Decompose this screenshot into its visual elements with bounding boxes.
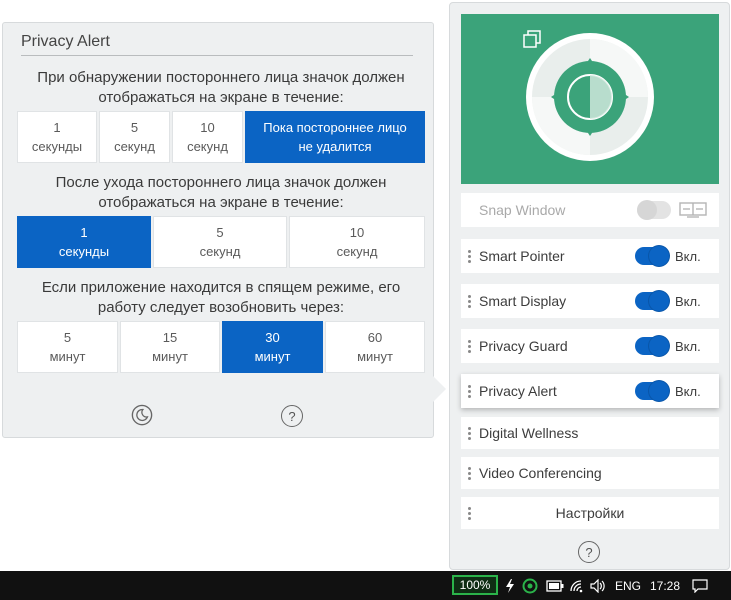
toggle-state: Вкл. xyxy=(675,293,701,309)
option-value: 60 xyxy=(367,330,383,345)
moon-icon[interactable] xyxy=(131,404,153,426)
question-after-leave-duration: После ухода постороннего лица значок дол… xyxy=(55,174,387,211)
option-value: 1 xyxy=(53,120,61,135)
snap-window-icon[interactable] xyxy=(523,30,541,48)
item-label: Smart Display xyxy=(479,293,567,309)
drag-handle-icon[interactable] xyxy=(468,294,472,308)
drag-handle-icon[interactable] xyxy=(468,506,472,520)
option-30-minutes[interactable]: 30 минут xyxy=(222,321,323,373)
snap-window-toggle[interactable] xyxy=(637,200,671,220)
smart-pointer-item[interactable]: Smart Pointer Вкл. xyxy=(461,239,719,273)
option-value: 5 xyxy=(63,330,72,345)
option-10-seconds[interactable]: 10 секунд xyxy=(289,216,425,268)
split-screen-icon xyxy=(679,202,707,218)
privacy-alert-item[interactable]: Privacy Alert Вкл. xyxy=(461,374,719,408)
flyout-title: Privacy Alert xyxy=(21,33,413,56)
option-unit: секунд xyxy=(336,244,378,259)
lens-icon xyxy=(526,33,654,161)
privacy-guard-toggle[interactable] xyxy=(635,336,669,356)
option-unit: секунды xyxy=(58,244,110,259)
resume-after-sleep-options: 5 минут 15 минут 30 минут 60 минут xyxy=(17,321,425,373)
privacy-alert-flyout: Privacy Alert При обнаружении посторонне… xyxy=(2,22,434,438)
option-unit: секунд xyxy=(187,139,228,154)
option-value: 1 xyxy=(80,225,88,240)
toggle-state: Вкл. xyxy=(675,338,701,354)
option-15-minutes[interactable]: 15 минут xyxy=(120,321,220,373)
notification-center-icon[interactable] xyxy=(692,571,708,600)
toggle-state: Вкл. xyxy=(675,248,701,264)
battery-icon[interactable] xyxy=(546,571,564,600)
option-value: 15 xyxy=(162,330,178,345)
smart-display-toggle[interactable] xyxy=(635,291,669,311)
option-value: 10 xyxy=(349,225,365,240)
drag-handle-icon[interactable] xyxy=(468,339,472,353)
option-unit: минут xyxy=(254,349,291,364)
drag-handle-icon[interactable] xyxy=(468,426,472,440)
privacy-alert-toggle[interactable] xyxy=(635,381,669,401)
clock[interactable]: 17:28 xyxy=(650,571,680,600)
item-label: Digital Wellness xyxy=(479,425,579,441)
privacy-guard-item[interactable]: Privacy Guard Вкл. xyxy=(461,329,719,363)
option-value: 5 xyxy=(216,225,224,240)
option-5-seconds[interactable]: 5 секунд xyxy=(99,111,170,163)
glide-tray-icon[interactable] xyxy=(522,571,538,600)
option-unit: секунд xyxy=(199,244,241,259)
option-10-seconds[interactable]: 10 секунд xyxy=(172,111,243,163)
camera-hero-graphic xyxy=(461,14,719,184)
snap-window-item[interactable]: Snap Window xyxy=(461,193,719,227)
toggle-state: Вкл. xyxy=(675,383,701,399)
option-until-face-leaves[interactable]: Пока постороннее лицо не удалится xyxy=(245,111,425,163)
option-5-seconds[interactable]: 5 секунд xyxy=(153,216,287,268)
drag-handle-icon[interactable] xyxy=(468,384,472,398)
help-icon[interactable]: ? xyxy=(281,405,303,427)
help-icon[interactable]: ? xyxy=(578,541,600,563)
option-unit: не удалится xyxy=(298,139,372,154)
after-leave-duration-options: 1 секунды 5 секунд 10 секунд xyxy=(17,216,425,268)
taskbar: 100% ENG 17:28 xyxy=(0,571,731,600)
item-label: Snap Window xyxy=(479,202,566,218)
volume-icon[interactable] xyxy=(590,571,608,600)
item-label: Video Conferencing xyxy=(479,465,602,481)
video-conferencing-item[interactable]: Video Conferencing xyxy=(461,457,719,489)
option-value: 5 xyxy=(130,120,139,135)
option-unit: минут xyxy=(152,349,188,364)
option-1-second[interactable]: 1 секунды xyxy=(17,216,151,268)
language-indicator[interactable]: ENG xyxy=(615,571,641,600)
battery-indicator[interactable]: 100% xyxy=(452,575,498,595)
option-unit: секунд xyxy=(114,139,155,154)
flyout-pointer xyxy=(432,375,446,403)
smart-pointer-toggle[interactable] xyxy=(635,246,669,266)
drag-handle-icon[interactable] xyxy=(468,249,472,263)
item-label: Smart Pointer xyxy=(479,248,565,264)
option-60-minutes[interactable]: 60 минут xyxy=(325,321,425,373)
option-unit: минут xyxy=(49,349,86,364)
option-unit: секунды xyxy=(31,139,83,154)
question-detect-duration: При обнаружении постороннего лица значок… xyxy=(37,69,405,106)
item-label: Privacy Alert xyxy=(479,383,557,399)
drag-handle-icon[interactable] xyxy=(468,466,472,480)
wifi-icon[interactable] xyxy=(569,571,585,600)
item-label: Настройки xyxy=(555,505,625,521)
option-5-minutes[interactable]: 5 минут xyxy=(17,321,118,373)
option-value: 10 xyxy=(200,120,215,135)
settings-item[interactable]: Настройки xyxy=(461,497,719,529)
digital-wellness-item[interactable]: Digital Wellness xyxy=(461,417,719,449)
item-label: Privacy Guard xyxy=(479,338,568,354)
option-1-second[interactable]: 1 секунды xyxy=(17,111,97,163)
smart-display-item[interactable]: Smart Display Вкл. xyxy=(461,284,719,318)
option-value: Пока постороннее лицо xyxy=(263,120,407,135)
detect-duration-options: 1 секунды 5 секунд 10 секунд Пока постор… xyxy=(17,111,425,163)
charging-bolt-icon xyxy=(505,571,515,600)
option-unit: минут xyxy=(357,349,393,364)
glide-sidebar: Snap Window Smart Pointer Вкл. Smart Dis… xyxy=(449,2,730,570)
question-resume-after-sleep: Если приложение находится в спящем режим… xyxy=(41,279,401,316)
option-value: 30 xyxy=(265,330,280,345)
